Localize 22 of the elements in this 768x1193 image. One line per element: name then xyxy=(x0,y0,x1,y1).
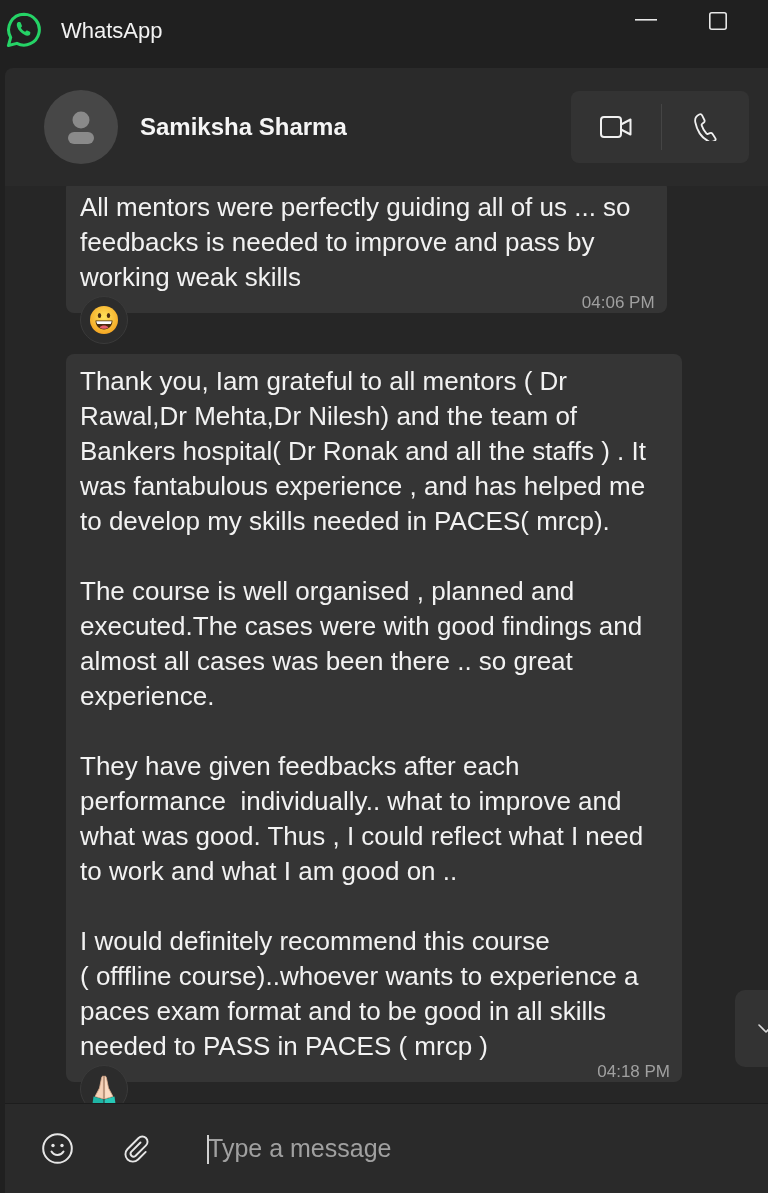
message-text: All mentors were perfectly guiding all of us ... so feedbacks is needed to improve and pass by working weak skills xyxy=(80,191,631,294)
message-time: 04:18 PM xyxy=(597,1064,670,1080)
message-text: The course is well organised , planned and executed.The cases were with good findings and almost all cases was been there .. so great experience. xyxy=(80,575,643,713)
window-title: WhatsApp xyxy=(61,16,163,45)
praying-hands-icon xyxy=(90,1074,118,1103)
phone-icon xyxy=(693,113,718,141)
smiley-icon xyxy=(41,1133,73,1164)
message-text: They have given feedbacks after each performance individually.. what to improve and what was good. Thus , I could reflect what I need to work and what I am good on .. xyxy=(80,750,644,888)
maximize-icon xyxy=(709,12,727,30)
message-input[interactable]: Type a message xyxy=(205,1126,740,1171)
paperclip-icon xyxy=(123,1134,151,1163)
grinning-face-icon xyxy=(89,305,119,335)
logo-icon xyxy=(5,11,43,49)
message-text: Thank you, Iam grateful to all mentors ( Dr Rawal,Dr Mehta,Dr Nilesh) and the team of Bankers hospital( Dr Ronak and all the staffs ) . It was fantabulous experience , and has helped me to develop my skills needed in PACES( mrcp). xyxy=(80,365,646,538)
emoji-button[interactable] xyxy=(40,1131,74,1166)
text-caret xyxy=(207,1134,209,1164)
contact-name: Samiksha Sharma xyxy=(140,112,347,142)
message-time: 04:06 PM xyxy=(581,295,655,311)
minimize-icon xyxy=(635,19,657,21)
video-camera-icon xyxy=(600,116,632,138)
avatar-icon[interactable] xyxy=(44,90,118,164)
message-text: I would definitely recommend this course ( offfline course)..whoever wants to experience a paces exam format and to be good in all skills needed to PASS in PACES ( mrcp ) xyxy=(80,925,639,1063)
